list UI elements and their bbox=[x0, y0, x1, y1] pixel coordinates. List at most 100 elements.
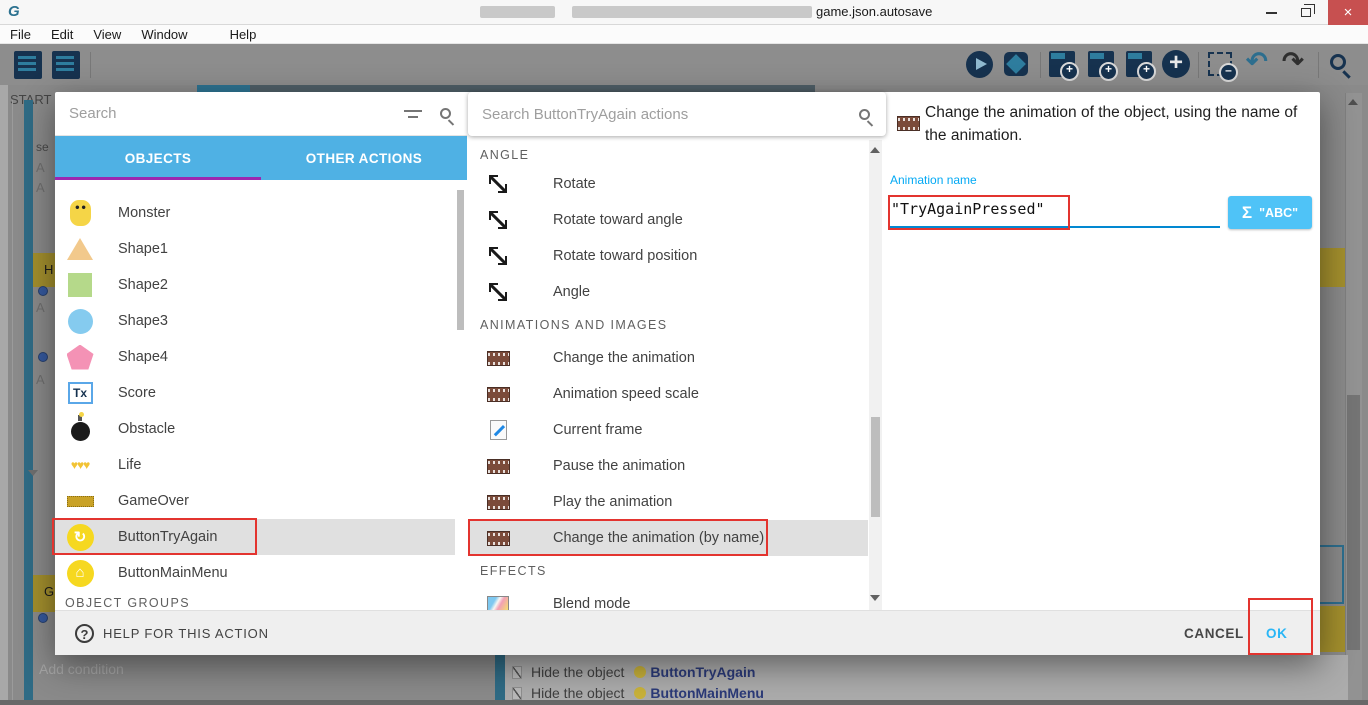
bg-scrollbar-thumb[interactable] bbox=[1347, 395, 1360, 650]
rotate-icon bbox=[489, 175, 507, 193]
film-icon bbox=[487, 495, 510, 510]
list-item-score[interactable]: Score bbox=[55, 375, 455, 411]
square-icon bbox=[68, 273, 92, 297]
monster-icon bbox=[70, 200, 91, 226]
help-button[interactable]: HELP FOR THIS ACTION bbox=[103, 626, 269, 641]
section-animations: ANIMATIONS AND IMAGES bbox=[468, 310, 886, 340]
action-pause-animation[interactable]: Pause the animation bbox=[468, 448, 868, 484]
redo-icon[interactable]: ↷ bbox=[1282, 46, 1304, 77]
object-search-input[interactable] bbox=[69, 105, 404, 122]
list-item-buttonmainmenu[interactable]: ButtonMainMenu bbox=[55, 555, 455, 591]
film-icon bbox=[897, 116, 920, 131]
minimize-icon bbox=[1266, 12, 1277, 14]
menu-view[interactable]: View bbox=[83, 27, 131, 42]
list-item-life[interactable]: Life bbox=[55, 447, 455, 483]
action-change-animation[interactable]: Change the animation bbox=[468, 340, 868, 376]
actions-scrollbar-track[interactable] bbox=[869, 140, 882, 610]
action-angle[interactable]: Angle bbox=[468, 274, 868, 310]
action-search-input[interactable] bbox=[482, 106, 859, 123]
restore-icon bbox=[1301, 8, 1311, 17]
add-new-icon[interactable]: + bbox=[1162, 50, 1190, 78]
bg-event-bar bbox=[495, 648, 505, 701]
bg-selected-event bbox=[1320, 606, 1345, 652]
delete-selection-icon[interactable] bbox=[1208, 52, 1232, 76]
objects-scrollbar-thumb[interactable] bbox=[457, 190, 464, 330]
bg-highlighted-event bbox=[1318, 545, 1344, 604]
annotation-box-change-animation-by-name bbox=[468, 519, 768, 556]
list-item-monster[interactable]: Monster bbox=[55, 195, 455, 231]
project-manager-icon[interactable] bbox=[14, 51, 42, 79]
actions-scroll-down-icon[interactable] bbox=[870, 595, 880, 601]
list-item-obstacle[interactable]: Obstacle bbox=[55, 411, 455, 447]
action-blend-mode[interactable]: Blend mode bbox=[468, 586, 868, 610]
debug-icon[interactable] bbox=[1004, 52, 1028, 76]
object-panel-tabs: OBJECTS OTHER ACTIONS bbox=[55, 136, 467, 180]
list-item-gameover[interactable]: GameOver bbox=[55, 483, 455, 519]
film-icon bbox=[487, 459, 510, 474]
redacted-path-segment bbox=[572, 6, 812, 18]
toolbar-separator bbox=[1198, 52, 1199, 78]
list-item-shape3[interactable]: Shape3 bbox=[55, 303, 455, 339]
tab-other-actions[interactable]: OTHER ACTIONS bbox=[261, 136, 467, 180]
bg-scroll-up-icon[interactable] bbox=[1348, 99, 1358, 105]
gdevelop-logo-icon: G bbox=[8, 3, 20, 20]
close-icon: × bbox=[1344, 4, 1353, 21]
action-rotate-toward-angle[interactable]: Rotate toward angle bbox=[468, 202, 868, 238]
rotate-icon bbox=[489, 283, 507, 301]
tab-objects[interactable]: OBJECTS bbox=[55, 136, 261, 180]
bg-fragment: A bbox=[36, 160, 45, 175]
bg-gear-icon bbox=[38, 352, 48, 362]
actions-scrollbar-thumb[interactable] bbox=[871, 417, 880, 517]
help-icon[interactable] bbox=[75, 624, 94, 643]
menu-window[interactable]: Window bbox=[131, 27, 197, 42]
list-item-shape4[interactable]: Shape4 bbox=[55, 339, 455, 375]
menu-file[interactable]: File bbox=[0, 27, 41, 42]
restore-button[interactable] bbox=[1290, 0, 1322, 25]
annotation-box-buttontryagain bbox=[52, 518, 257, 555]
filter-icon[interactable] bbox=[404, 108, 422, 120]
menu-edit[interactable]: Edit bbox=[41, 27, 83, 42]
cancel-button[interactable]: CANCEL bbox=[1184, 626, 1244, 641]
search-icon[interactable] bbox=[859, 109, 870, 120]
action-rotate-toward-position[interactable]: Rotate toward position bbox=[468, 238, 868, 274]
text-object-icon bbox=[68, 382, 93, 404]
add-event-icon[interactable] bbox=[1049, 51, 1075, 77]
hide-action-icon bbox=[512, 687, 522, 700]
menu-help[interactable]: Help bbox=[220, 27, 267, 42]
action-rotate[interactable]: Rotate bbox=[468, 166, 868, 202]
list-item-shape2[interactable]: Shape2 bbox=[55, 267, 455, 303]
add-subevent-icon[interactable] bbox=[1088, 51, 1114, 77]
action-search-card bbox=[468, 92, 886, 136]
field-label: Animation name bbox=[890, 173, 977, 187]
bg-bottom-strip bbox=[0, 700, 1368, 705]
scene-editor-icon[interactable] bbox=[52, 51, 80, 79]
frame-icon bbox=[490, 420, 507, 440]
action-play-animation[interactable]: Play the animation bbox=[468, 484, 868, 520]
play-icon[interactable] bbox=[966, 51, 993, 78]
list-item-shape1[interactable]: Shape1 bbox=[55, 231, 455, 267]
actions-scroll-up-icon[interactable] bbox=[870, 147, 880, 153]
bg-tab-strip bbox=[197, 85, 815, 92]
menu-bar: File Edit View Window Help bbox=[0, 25, 1368, 44]
annotation-box-animation-name bbox=[888, 195, 1070, 230]
action-current-frame[interactable]: Current frame bbox=[468, 412, 868, 448]
instruction-editor-dialog: OBJECTS OTHER ACTIONS Monster Shape1 Sha… bbox=[55, 92, 1320, 655]
close-button[interactable]: × bbox=[1328, 0, 1368, 25]
search-events-icon[interactable] bbox=[1330, 54, 1346, 70]
annotation-box-ok bbox=[1248, 598, 1313, 655]
expression-editor-button[interactable]: Σ "ABC" bbox=[1228, 196, 1312, 229]
object-thumbnail-icon bbox=[634, 666, 646, 678]
action-animation-speed[interactable]: Animation speed scale bbox=[468, 376, 868, 412]
pentagon-icon bbox=[67, 345, 94, 370]
add-comment-icon[interactable] bbox=[1126, 51, 1152, 77]
toolbar: + ↶ ↷ bbox=[0, 44, 1368, 85]
bomb-icon bbox=[71, 422, 90, 441]
search-icon[interactable] bbox=[440, 108, 451, 119]
minimize-button[interactable] bbox=[1255, 0, 1287, 25]
dialog-footer: HELP FOR THIS ACTION CANCEL OK bbox=[55, 610, 1320, 655]
bg-event-action: Hide the object ButtonMainMenu bbox=[512, 685, 764, 701]
bg-fragment: A bbox=[36, 180, 45, 195]
toolbar-separator bbox=[1040, 52, 1041, 78]
blend-mode-icon bbox=[487, 596, 509, 610]
undo-icon[interactable]: ↶ bbox=[1246, 46, 1268, 77]
